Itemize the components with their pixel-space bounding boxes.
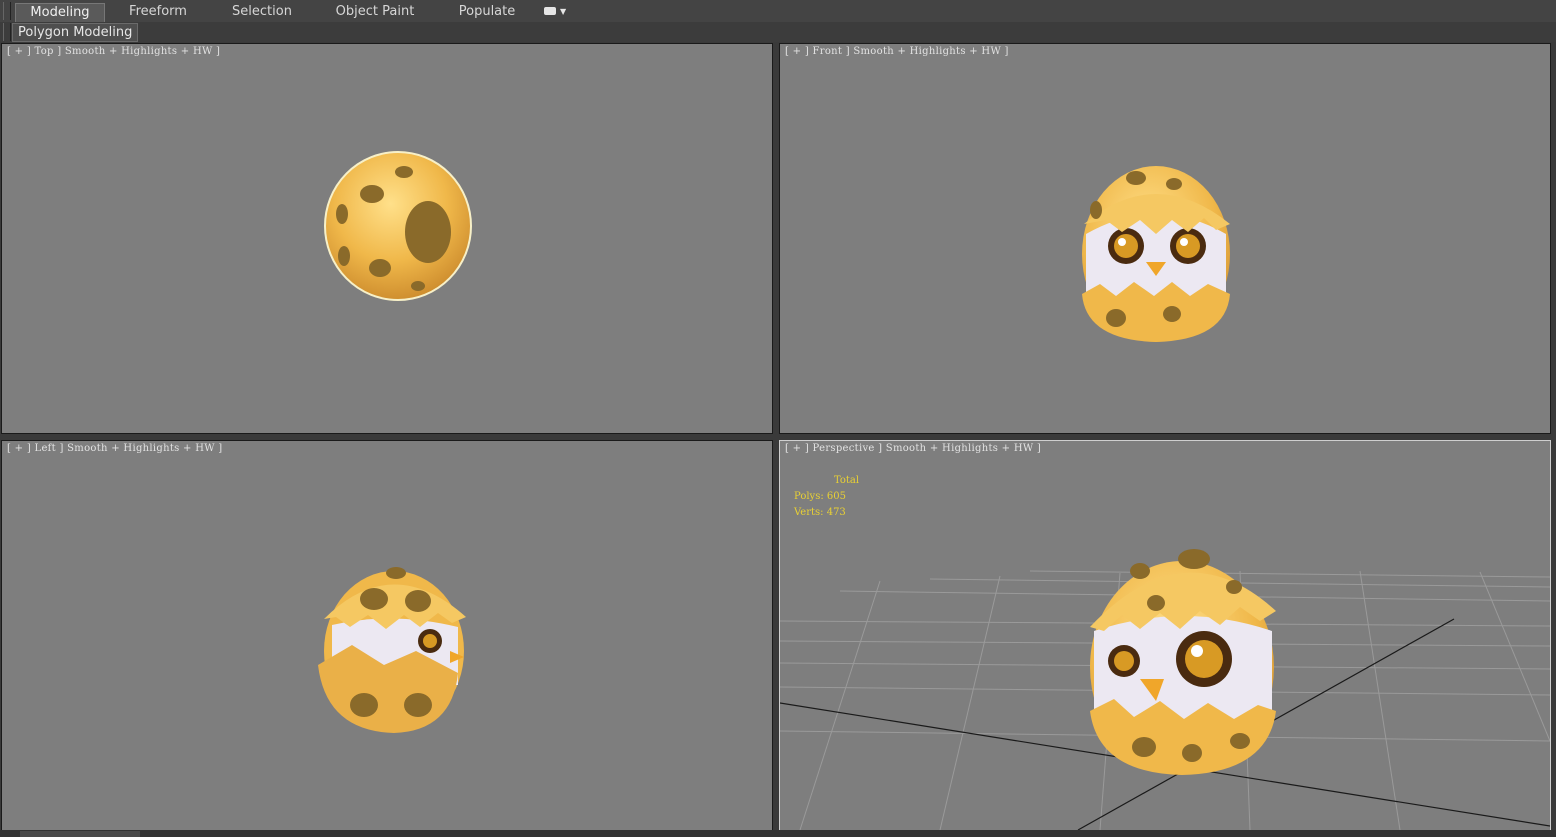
viewport-front[interactable]: [ + ] Front ] Smooth + Highlights + HW ] [779,43,1551,434]
ribbon-bar: Modeling Freeform Selection Object Paint… [0,0,1556,23]
egg-model-top[interactable] [320,148,476,304]
polygon-modeling-panel[interactable]: Polygon Modeling [12,23,139,42]
chevron-down-icon: ▼ [560,7,567,16]
tab-selection[interactable]: Selection [224,3,300,21]
viewport-left[interactable]: [ + ] Left ] Smooth + Highlights + HW ] [1,440,773,831]
ribbon-panel-bar: Polygon Modeling [0,22,1556,42]
viewport-label-left[interactable]: [ + ] Left ] Smooth + Highlights + HW ] [7,443,223,454]
tab-freeform[interactable]: Freeform [120,3,196,21]
ribbon-options-icon [544,7,556,15]
ribbon-options-dropdown[interactable]: ▼ [544,6,568,18]
ribbon-grip[interactable] [3,2,11,20]
bottom-tab[interactable] [20,831,140,837]
tab-modeling[interactable]: Modeling [15,3,105,22]
chick-egg-model-perspective[interactable] [1084,541,1284,777]
tab-populate[interactable]: Populate [450,3,524,21]
bottom-strip [0,830,1556,837]
tab-object-paint[interactable]: Object Paint [330,3,420,21]
chick-egg-model-left[interactable] [312,555,472,737]
panel-grip[interactable] [3,23,11,41]
viewport-top[interactable]: [ + ] Top ] Smooth + Highlights + HW ] [1,43,773,434]
chick-egg-model-front[interactable] [1076,154,1236,344]
viewport-label-front[interactable]: [ + ] Front ] Smooth + Highlights + HW ] [785,46,1009,57]
viewport-label-top[interactable]: [ + ] Top ] Smooth + Highlights + HW ] [7,46,220,57]
viewport-perspective[interactable]: [ + ] Perspective ] Smooth + Highlights … [779,440,1551,831]
